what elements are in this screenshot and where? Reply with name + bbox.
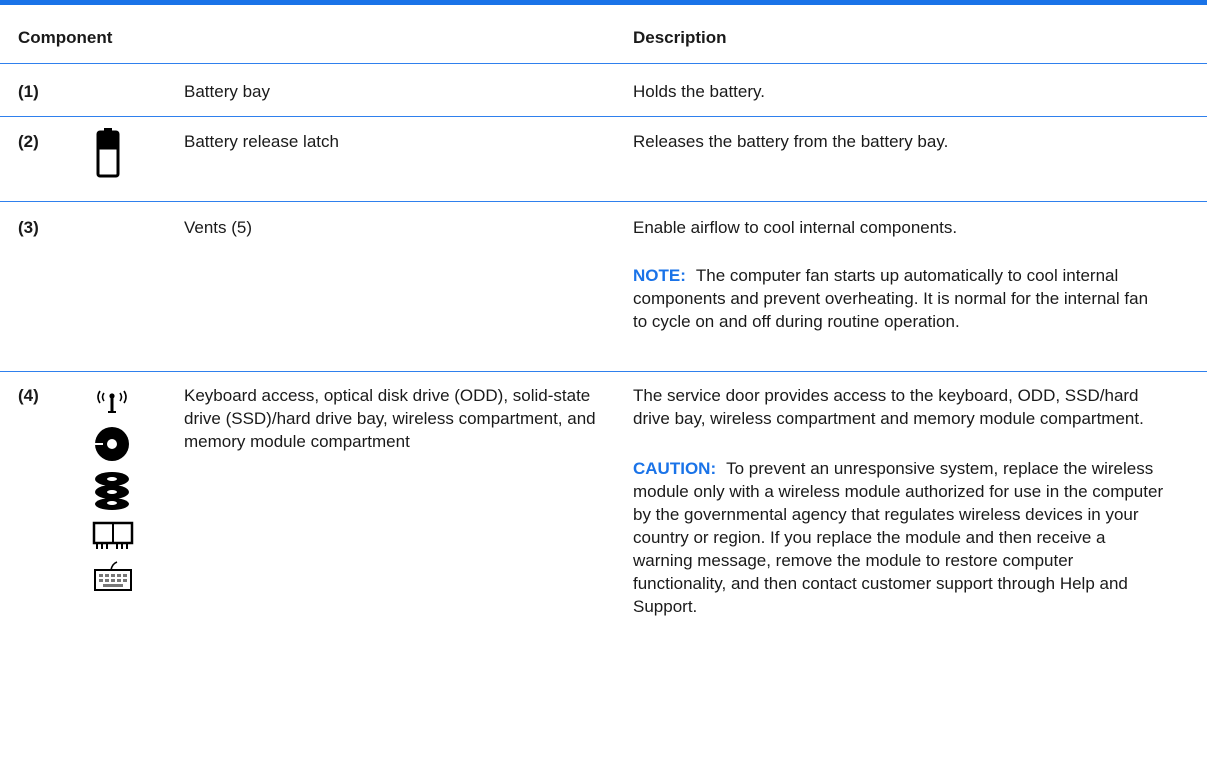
row-divider (0, 371, 1207, 372)
row-1-description: Holds the battery. (633, 82, 765, 101)
optical-disc-icon (95, 427, 129, 461)
row-divider (0, 201, 1207, 202)
row-3-component: Vents (5) (184, 218, 253, 237)
keyboard-icon (94, 561, 132, 591)
row-2-component: Battery release latch (184, 132, 339, 151)
row-3-note: NOTE: The computer fan starts up automati… (633, 264, 1163, 333)
row-4-component: Keyboard access, optical disk drive (ODD… (184, 386, 596, 451)
memory-module-icon (92, 521, 134, 549)
note-text: The computer fan starts up automatically… (633, 266, 1149, 331)
wireless-icon (97, 390, 127, 413)
row-3-description: Enable airflow to cool internal componen… (633, 218, 958, 237)
row-divider (0, 116, 1207, 117)
row-3-number: (3) (18, 218, 39, 237)
column-header-component: Component (18, 28, 113, 47)
table-top-rule (0, 0, 1207, 5)
row-2-number: (2) (18, 132, 39, 151)
note-label: NOTE: (633, 266, 686, 285)
row-1-component: Battery bay (184, 82, 270, 101)
row-2-description: Releases the battery from the battery ba… (633, 132, 949, 151)
column-header-description: Description (633, 28, 727, 47)
row-1-number: (1) (18, 82, 39, 101)
caution-label: CAUTION: (633, 459, 717, 478)
hard-drive-icon (95, 472, 129, 510)
row-4-description: The service door provides access to the … (633, 386, 1144, 428)
row-4-number: (4) (18, 386, 39, 405)
row-4-caution: CAUTION: To prevent an unresponsive syste… (633, 457, 1168, 618)
header-divider (0, 63, 1207, 64)
battery-icon (96, 128, 120, 178)
caution-text: To prevent an unresponsive system, repla… (633, 459, 1164, 616)
